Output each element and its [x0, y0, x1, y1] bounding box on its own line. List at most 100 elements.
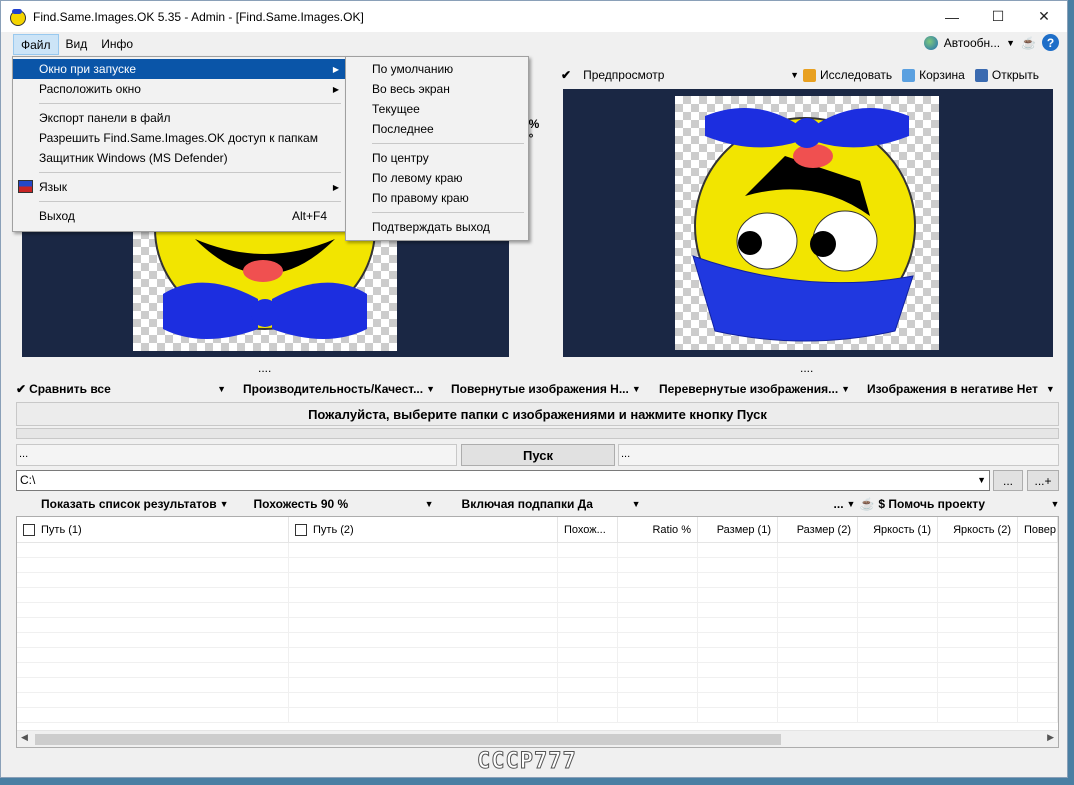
rotated-dropdown[interactable]: Повернутые изображения Н... ▼ — [451, 382, 644, 396]
maximize-button[interactable]: ☐ — [975, 1, 1021, 32]
horizontal-scrollbar[interactable]: ◀ ▶ — [17, 730, 1058, 747]
submenu-item-current[interactable]: Текущее — [346, 99, 528, 119]
table-cell — [698, 633, 778, 647]
donate-dropdown[interactable]: ☕ $ Помочь проекту ▼ — [859, 497, 1059, 511]
chevron-down-icon[interactable]: ▼ — [977, 471, 986, 490]
menu-item-arrange-window[interactable]: Расположить окно ▶ — [13, 79, 345, 99]
table-row — [17, 588, 1058, 603]
scroll-right-icon[interactable]: ▶ — [1047, 732, 1054, 743]
performance-dropdown[interactable]: Производительность/Качест... ▼ — [243, 382, 436, 396]
table-cell — [698, 588, 778, 602]
select-all-checkbox-2[interactable] — [295, 524, 307, 536]
column-header-rotated[interactable]: Повер — [1018, 517, 1058, 543]
submenu-item-default[interactable]: По умолчанию — [346, 59, 528, 79]
menu-item-defender[interactable]: Защитник Windows (MS Defender) — [13, 148, 345, 168]
submenu-item-left[interactable]: По левому краю — [346, 168, 528, 188]
scrollbar-thumb[interactable] — [35, 734, 781, 745]
submenu-item-right[interactable]: По правому краю — [346, 188, 528, 208]
chevron-down-icon: ▼ — [1045, 384, 1055, 394]
table-row — [17, 693, 1058, 708]
globe-icon[interactable] — [923, 35, 938, 50]
open-icon — [974, 68, 988, 82]
more-dropdown[interactable]: ... ▼ — [834, 497, 856, 511]
start-button[interactable]: Пуск — [461, 444, 615, 466]
recycle-button[interactable]: Корзина — [919, 68, 965, 82]
right-preview-panel — [563, 89, 1053, 357]
submenu-arrow-icon: ▶ — [332, 64, 339, 74]
table-cell — [17, 633, 289, 647]
table-cell — [1018, 633, 1058, 647]
column-header-brightness1[interactable]: Яркость (1) — [858, 517, 938, 543]
preview-check[interactable]: ✔ — [561, 68, 571, 82]
results-grid[interactable]: Путь (1) Путь (2) Похож... Ratio % Разме… — [16, 516, 1059, 748]
flipped-dropdown[interactable]: Перевернутые изображения... ▼ — [659, 382, 852, 396]
preview-label[interactable]: Предпросмотр — [583, 68, 664, 82]
chevron-down-icon: ▼ — [631, 384, 641, 394]
right-preview-image — [675, 96, 939, 350]
submenu-item-last[interactable]: Последнее — [346, 119, 528, 139]
table-cell — [778, 573, 858, 587]
submenu-item-confirm-exit[interactable]: Подтверждать выход — [346, 217, 528, 237]
column-header-path1[interactable]: Путь (1) — [17, 517, 289, 543]
column-header-brightness2[interactable]: Яркость (2) — [938, 517, 1018, 543]
submenu-item-fullscreen[interactable]: Во весь экран — [346, 79, 528, 99]
select-all-checkbox-1[interactable] — [23, 524, 35, 536]
column-header-size1[interactable]: Размер (1) — [698, 517, 778, 543]
close-button[interactable]: ✕ — [1021, 1, 1067, 32]
menu-separator — [39, 201, 341, 202]
table-cell — [17, 588, 289, 602]
menu-item-exit[interactable]: Выход Alt+F4 — [13, 206, 345, 226]
path-input[interactable]: C:\ ▼ — [16, 470, 990, 491]
table-cell — [558, 678, 618, 692]
table-cell — [618, 663, 698, 677]
table-cell — [1018, 618, 1058, 632]
flag-icon — [18, 180, 33, 193]
coffee-icon[interactable]: ☕ — [1021, 36, 1036, 50]
compare-all-option[interactable]: ✔ Сравнить все ▼ — [16, 382, 226, 396]
chevron-down-icon[interactable]: ▼ — [1006, 38, 1015, 48]
submenu-item-center[interactable]: По центру — [346, 148, 528, 168]
table-cell — [778, 618, 858, 632]
table-cell — [938, 708, 1018, 722]
column-header-path2[interactable]: Путь (2) — [289, 517, 558, 543]
column-header-ratio[interactable]: Ratio % — [618, 517, 698, 543]
similarity-dropdown[interactable]: Похожесть 90 % ▼ — [254, 497, 434, 511]
minimize-button[interactable]: — — [929, 1, 975, 32]
scroll-left-icon[interactable]: ◀ — [21, 732, 28, 743]
menu-info[interactable]: Инфо — [94, 34, 140, 55]
show-results-dropdown[interactable]: Показать список результатов ▼ — [41, 497, 229, 511]
table-cell — [1018, 558, 1058, 572]
table-cell — [17, 543, 289, 557]
chevron-down-icon[interactable]: ▼ — [790, 70, 799, 80]
table-cell — [1018, 693, 1058, 707]
table-row — [17, 708, 1058, 723]
table-cell — [618, 603, 698, 617]
subfolders-dropdown[interactable]: Включая подпапки Да ▼ — [462, 497, 641, 511]
table-cell — [558, 573, 618, 587]
add-path-button[interactable]: ...+ — [1027, 470, 1059, 491]
column-header-size2[interactable]: Размер (2) — [778, 517, 858, 543]
column-header-similarity[interactable]: Похож... — [558, 517, 618, 543]
table-cell — [289, 618, 558, 632]
table-cell — [938, 573, 1018, 587]
exit-shortcut: Alt+F4 — [291, 209, 327, 223]
menu-item-startup-window[interactable]: Окно при запуске ▶ — [13, 59, 345, 79]
menu-item-allow-access[interactable]: Разрешить Find.Same.Images.OK доступ к п… — [13, 128, 345, 148]
table-cell — [778, 648, 858, 662]
table-cell — [778, 693, 858, 707]
table-cell — [17, 663, 289, 677]
menu-item-export-panel[interactable]: Экспорт панели в файл — [13, 108, 345, 128]
table-cell — [698, 618, 778, 632]
open-button[interactable]: Открыть — [992, 68, 1039, 82]
menu-file[interactable]: Файл — [13, 34, 59, 55]
progress-bar — [16, 428, 1059, 439]
browse-button[interactable]: ... — [993, 470, 1023, 491]
table-cell — [938, 588, 1018, 602]
explore-button[interactable]: Исследовать — [820, 68, 892, 82]
menu-item-language[interactable]: Язык ▶ — [13, 177, 345, 197]
chevron-down-icon: ▼ — [841, 384, 851, 394]
negative-dropdown[interactable]: Изображения в негативе Нет ▼ — [867, 382, 1055, 396]
autoupdate-dropdown[interactable]: Автообн... — [944, 36, 1000, 50]
menu-view[interactable]: Вид — [59, 34, 95, 55]
help-icon[interactable]: ? — [1042, 34, 1059, 51]
